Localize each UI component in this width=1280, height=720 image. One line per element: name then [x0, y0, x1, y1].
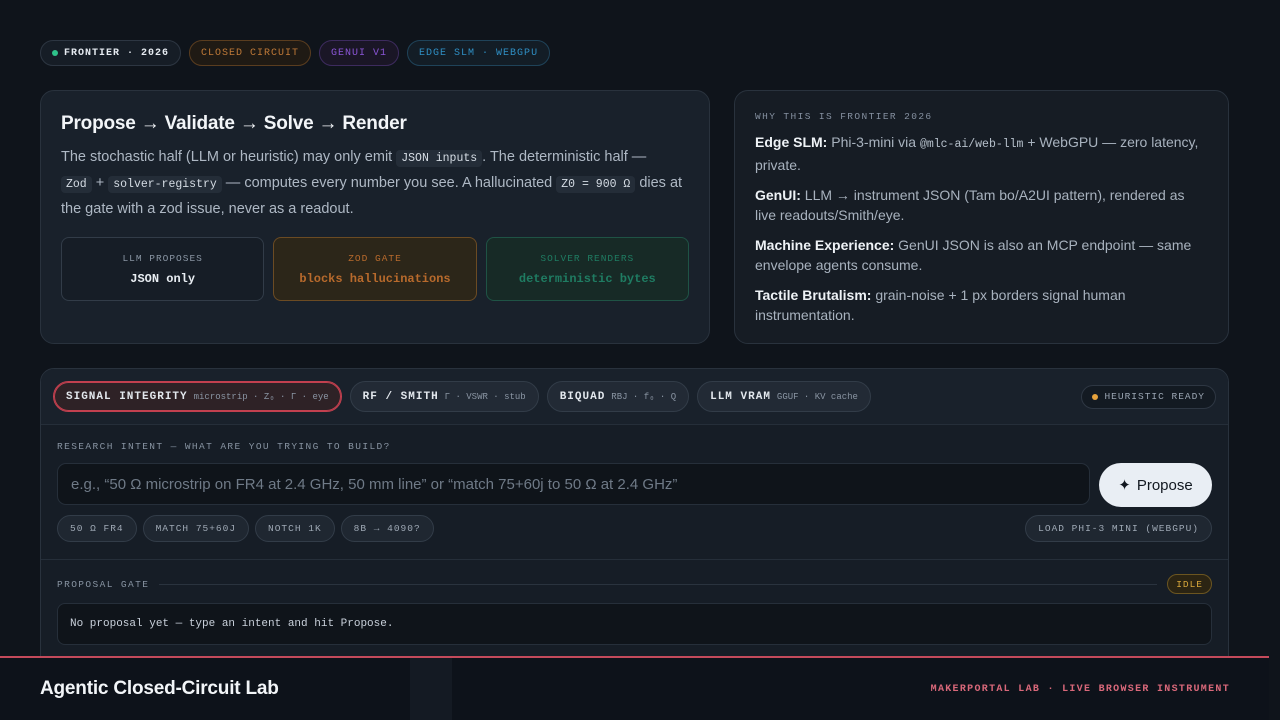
stage-label: LLM PROPOSES: [122, 252, 203, 264]
tab-signal-integrity[interactable]: SIGNAL INTEGRITY microstrip · Z₀ · Γ · e…: [53, 381, 342, 412]
tab-llm-vram[interactable]: LLM VRAM GGUF · KV cache: [697, 381, 871, 412]
code-web-llm: @mlc-ai/web-llm: [919, 138, 1024, 151]
why-item-tactile-brutalism: Tactile Brutalism: grain-noise + 1 px bo…: [755, 285, 1208, 325]
pipeline-description: The stochastic half (LLM or heuristic) m…: [61, 145, 689, 221]
proposal-gate-section: PROPOSAL GATE IDLE No proposal yet — typ…: [41, 560, 1228, 657]
why-item-title: Edge SLM:: [755, 134, 828, 150]
tab-name: SIGNAL INTEGRITY: [66, 390, 188, 403]
tab-name: LLM VRAM: [710, 390, 771, 403]
tab-subtitle: GGUF · KV cache: [776, 391, 858, 402]
preset-8b-4090[interactable]: 8B → 4090?: [340, 515, 434, 542]
preset-match[interactable]: MATCH 75+60J: [142, 515, 250, 542]
code-json-inputs: JSON inputs: [396, 150, 483, 167]
propose-button-label: Propose: [1136, 476, 1193, 494]
tab-biquad[interactable]: BIQUAD RBJ · f₀ · Q: [546, 381, 690, 412]
stage-llm-proposes: LLM PROPOSES JSON only: [61, 237, 265, 301]
frontier-badge-label: FRONTIER · 2026: [64, 47, 170, 59]
why-item-text: Phi-3-mini via: [827, 134, 920, 150]
gate-status-badge: IDLE: [1167, 574, 1212, 594]
load-phi3-button[interactable]: LOAD PHI-3 MINI (WEBGPU): [1025, 515, 1212, 542]
sparkle-icon: ✦: [1118, 477, 1131, 494]
proposal-gate-label: PROPOSAL GATE: [57, 578, 150, 590]
tab-subtitle: Γ · VSWR · stub: [444, 391, 526, 402]
code-zod: Zod: [61, 176, 92, 193]
stage-value: JSON only: [130, 271, 196, 286]
desc-text: . The deterministic half —: [482, 149, 647, 165]
preset-50-ohm-fr4[interactable]: 50 Ω FR4: [57, 515, 137, 542]
preset-notch[interactable]: NOTCH 1K: [255, 515, 335, 542]
why-frontier-card: WHY THIS IS FRONTIER 2026 Edge SLM: Phi-…: [734, 90, 1229, 344]
stage-solver-renders: SOLVER RENDERS deterministic bytes: [485, 237, 689, 301]
tab-subtitle: microstrip · Z₀ · Γ · eye: [193, 391, 329, 402]
desc-text: — computes every number you see. A hallu…: [221, 175, 557, 191]
footer-tagline: MAKERPORTAL LAB · LIVE BROWSER INSTRUMEN…: [930, 683, 1230, 695]
instrument-panel: SIGNAL INTEGRITY microstrip · Z₀ · Γ · e…: [40, 368, 1229, 658]
propose-button[interactable]: ✦ Propose: [1099, 463, 1212, 507]
stage-label: ZOD GATE: [348, 252, 402, 264]
footer-title: Agentic Closed-Circuit Lab: [40, 678, 279, 699]
intent-input-row: ✦ Propose: [57, 463, 1212, 507]
code-z0: Z0 = 900 Ω: [556, 176, 636, 193]
genui-badge: GENUI V1: [319, 40, 400, 66]
status-dot-icon: [1092, 393, 1099, 400]
preset-chips: 50 Ω FR4 MATCH 75+60J NOTCH 1K 8B → 4090…: [57, 515, 1212, 542]
heuristic-status-badge: HEURISTIC READY: [1081, 384, 1216, 409]
proposal-gate-header: PROPOSAL GATE IDLE: [57, 574, 1212, 594]
stage-value: deterministic bytes: [518, 271, 656, 286]
research-intent-label: RESEARCH INTENT — WHAT ARE YOU TRYING TO…: [57, 441, 391, 452]
tab-name: BIQUAD: [559, 390, 606, 403]
footer-bar: Agentic Closed-Circuit Lab MAKERPORTAL L…: [0, 656, 1269, 720]
research-intent-section: RESEARCH INTENT — WHAT ARE YOU TRYING TO…: [41, 425, 1228, 560]
stage-value: blocks hallucinations: [299, 271, 451, 286]
closed-circuit-badge: CLOSED CIRCUIT: [189, 40, 312, 66]
tab-name: RF / SMITH: [362, 390, 439, 403]
badge-row: FRONTIER · 2026 CLOSED CIRCUIT GENUI V1 …: [40, 40, 551, 66]
why-item-title: Machine Experience:: [755, 237, 895, 253]
footer-overlay: [410, 658, 452, 720]
tab-subtitle: RBJ · f₀ · Q: [611, 391, 677, 402]
why-item-genui: GenUI: LLM → instrument JSON (Tam bo/A2U…: [755, 185, 1208, 225]
frontier-badge: FRONTIER · 2026: [40, 40, 182, 66]
desc-text: +: [91, 175, 109, 191]
heuristic-status-label: HEURISTIC READY: [1104, 391, 1205, 402]
why-item-text: LLM → instrument JSON (Tam bo/A2UI patte…: [755, 187, 1185, 223]
edge-slm-badge: EDGE SLM · WEBGPU: [407, 40, 551, 66]
pipeline-stages: LLM PROPOSES JSON only ZOD GATE blocks h…: [61, 237, 689, 301]
tab-rf-smith[interactable]: RF / SMITH Γ · VSWR · stub: [349, 381, 539, 412]
divider: [159, 583, 1158, 585]
why-item-machine-experience: Machine Experience: GenUI JSON is also a…: [755, 235, 1208, 275]
intent-input[interactable]: [57, 463, 1090, 505]
why-label: WHY THIS IS FRONTIER 2026: [755, 111, 933, 122]
stage-zod-gate: ZOD GATE blocks hallucinations: [273, 237, 477, 301]
code-solver-registry: solver-registry: [108, 176, 222, 193]
stage-label: SOLVER RENDERS: [540, 252, 635, 264]
why-item-edge-slm: Edge SLM: Phi-3-mini via @mlc-ai/web-llm…: [755, 132, 1208, 175]
why-item-title: GenUI:: [755, 187, 801, 203]
status-dot-icon: [52, 50, 58, 56]
why-item-title: Tactile Brutalism:: [755, 287, 872, 303]
pipeline-card: Propose → Validate → Solve → Render The …: [40, 90, 710, 344]
pipeline-title: Propose → Validate → Solve → Render: [61, 113, 407, 134]
proposal-output: No proposal yet — type an intent and hit…: [57, 603, 1212, 645]
desc-text: The stochastic half (LLM or heuristic) m…: [61, 149, 397, 165]
instrument-tabs: SIGNAL INTEGRITY microstrip · Z₀ · Γ · e…: [41, 369, 1228, 425]
